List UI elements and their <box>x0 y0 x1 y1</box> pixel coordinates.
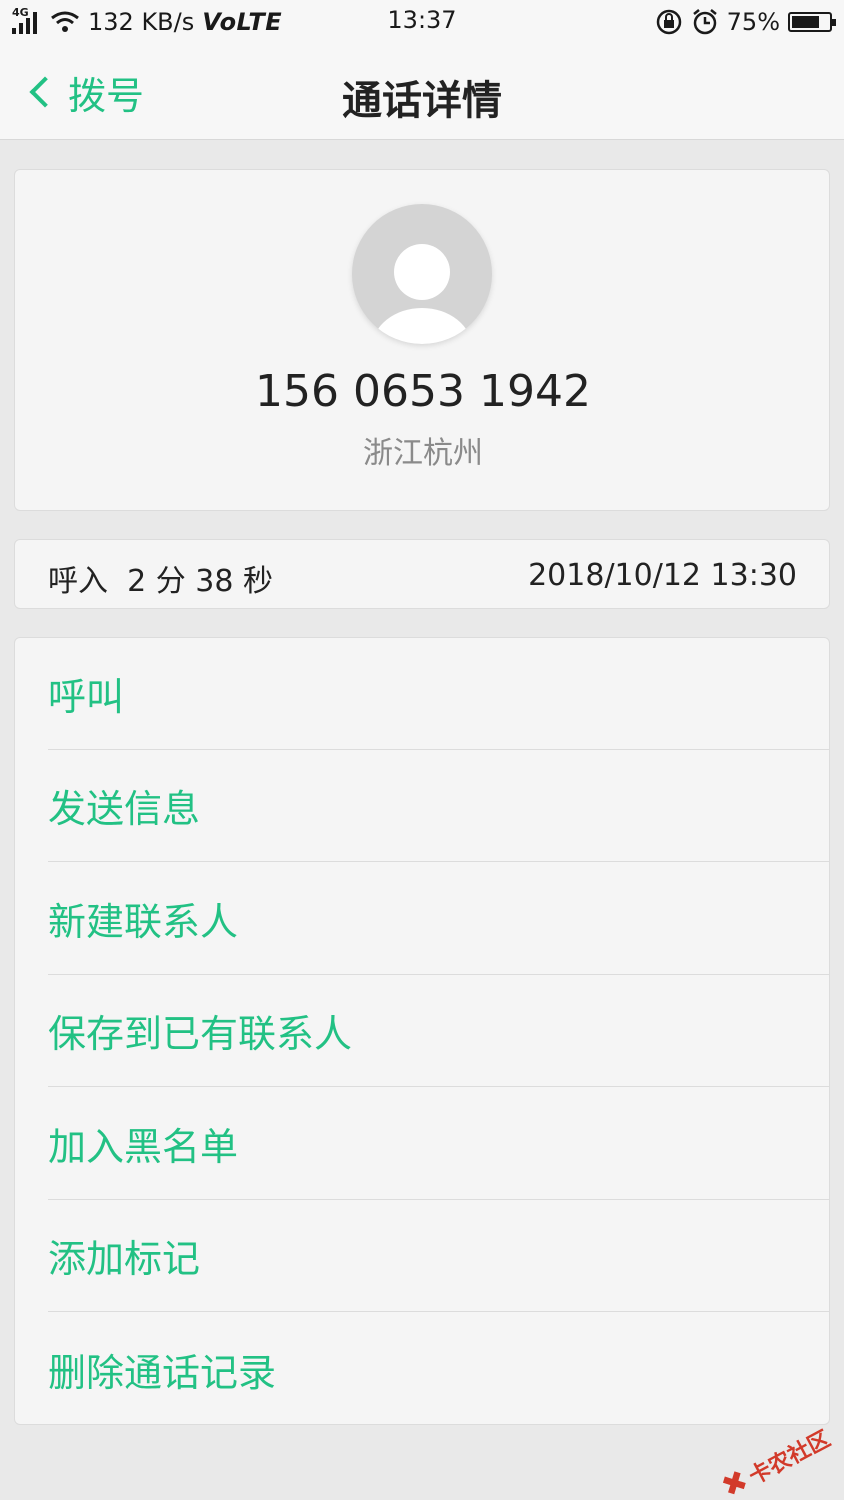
contact-card: 156 0653 1942 浙江杭州 <box>14 169 830 511</box>
avatar <box>352 204 492 344</box>
number-location: 浙江杭州 <box>363 436 483 471</box>
app-header: 拨号 通话详情 <box>0 44 844 140</box>
rotation-lock-icon <box>656 9 681 35</box>
add-tag-button[interactable]: 添加标记 <box>48 1200 829 1312</box>
call-datetime: 2018/10/12 13:30 <box>528 558 797 593</box>
status-bar: 4G 132 KB/s VoLTE 13:37 75% <box>0 0 844 44</box>
save-to-existing-contact-button[interactable]: 保存到已有联系人 <box>48 975 829 1087</box>
new-contact-button[interactable]: 新建联系人 <box>48 863 829 975</box>
page-title: 通话详情 <box>342 78 502 124</box>
alarm-icon <box>692 9 717 35</box>
call-button[interactable]: 呼叫 <box>48 638 829 750</box>
phone-number: 156 0653 1942 <box>255 366 591 417</box>
watermark: ✖ 卡农社区 <box>715 1420 835 1500</box>
battery-icon <box>788 12 836 32</box>
delete-call-record-button[interactable]: 删除通话记录 <box>48 1313 829 1425</box>
battery-percent: 75% <box>726 8 780 36</box>
send-message-button[interactable]: 发送信息 <box>48 750 829 862</box>
watermark-text: 卡农社区 <box>744 1426 835 1490</box>
status-right: 75% <box>655 6 836 38</box>
add-to-blacklist-button[interactable]: 加入黑名单 <box>48 1088 829 1200</box>
call-log-entry: 呼入 2 分 38 秒 2018/10/12 13:30 <box>14 539 830 609</box>
call-type-duration: 呼入 2 分 38 秒 <box>48 564 273 599</box>
action-list: 呼叫 发送信息 新建联系人 保存到已有联系人 加入黑名单 添加标记 删除通话记录 <box>14 637 830 1425</box>
